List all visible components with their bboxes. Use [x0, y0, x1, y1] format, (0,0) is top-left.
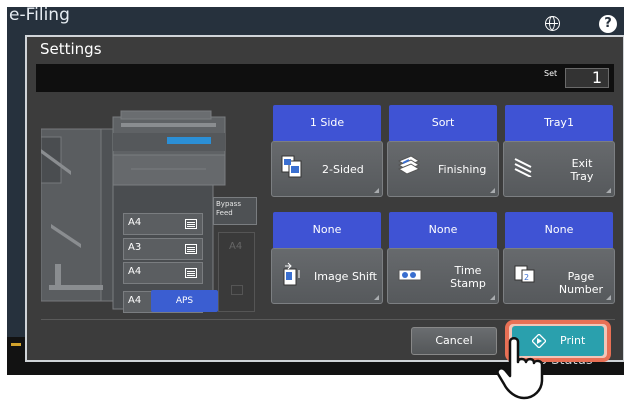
more-indicator [606, 188, 611, 193]
finishing-button[interactable]: Finishing [387, 141, 499, 197]
aps-button[interactable]: APS [151, 290, 218, 312]
exit-tray-icon [514, 158, 532, 177]
page-number-icon: 2 [514, 265, 535, 283]
finishing-icon [397, 155, 421, 175]
print-label: Print [560, 334, 586, 347]
tray-size: A4 [128, 266, 142, 277]
tray-paper-icon [185, 219, 197, 229]
page-number-value: None [505, 212, 613, 248]
dialog-title: Settings [40, 40, 102, 58]
time-stamp-button[interactable]: Time Stamp [387, 248, 499, 304]
settings-dialog: Settings Set 1 A4 A3 A4 A4 Bypass Feed A… [25, 35, 624, 362]
more-indicator [374, 188, 379, 193]
bypass-size: A4 [229, 241, 243, 252]
tray-2[interactable]: A3 [123, 238, 203, 260]
exit-tray-button[interactable]: Exit Tray [503, 141, 615, 197]
image-shift-label: Image Shift [314, 270, 377, 283]
finishing-label: Finishing [438, 163, 487, 176]
more-indicator [490, 295, 495, 300]
app-title: e-Filing [9, 7, 70, 25]
bypass-feed-button[interactable]: Bypass Feed [213, 197, 257, 225]
more-indicator [606, 295, 611, 300]
image-shift-value: None [273, 212, 381, 248]
tray-paper-icon [185, 268, 197, 278]
tray-3[interactable]: A4 [123, 262, 203, 284]
set-count-field[interactable]: 1 [565, 68, 609, 88]
time-stamp-label: Time Stamp [450, 264, 486, 290]
tray-size: A3 [128, 242, 142, 253]
two-sided-label: 2-Sided [322, 163, 364, 176]
image-shift-button[interactable]: Image Shift [271, 248, 383, 304]
page-number-button[interactable]: 2 Page Number [503, 248, 615, 304]
set-bar: Set 1 [36, 64, 614, 92]
image-shift-icon [283, 262, 300, 286]
help-icon[interactable]: ? [599, 15, 617, 33]
tray-1[interactable]: A4 [123, 213, 203, 235]
two-sided-button[interactable]: 2-Sided [271, 141, 383, 197]
exit-tray-value: Tray1 [505, 105, 613, 141]
status-indicator [11, 343, 21, 346]
time-stamp-value: None [389, 212, 497, 248]
page-number-label: Page Number [558, 270, 604, 296]
finishing-value: Sort [389, 105, 497, 141]
hand-pointer-icon [496, 337, 544, 400]
time-stamp-icon [398, 269, 422, 281]
svg-text:2: 2 [524, 273, 529, 282]
duplex-value: 1 Side [273, 105, 381, 141]
device-screen: e-Filing ? Job Status Settings Set 1 [7, 7, 624, 375]
more-indicator [490, 188, 495, 193]
globe-icon[interactable] [545, 16, 560, 31]
bypass-paper-icon [231, 285, 243, 295]
cancel-button[interactable]: Cancel [411, 327, 497, 355]
bypass-tray[interactable]: A4 [218, 232, 255, 312]
tray-paper-icon [185, 244, 197, 254]
more-indicator [374, 295, 379, 300]
tray-size: A4 [128, 217, 142, 228]
duplex-icon [281, 155, 302, 178]
exit-tray-label: Exit Tray [570, 157, 594, 183]
tray-size: A4 [128, 295, 142, 306]
set-label: Set [544, 69, 558, 78]
